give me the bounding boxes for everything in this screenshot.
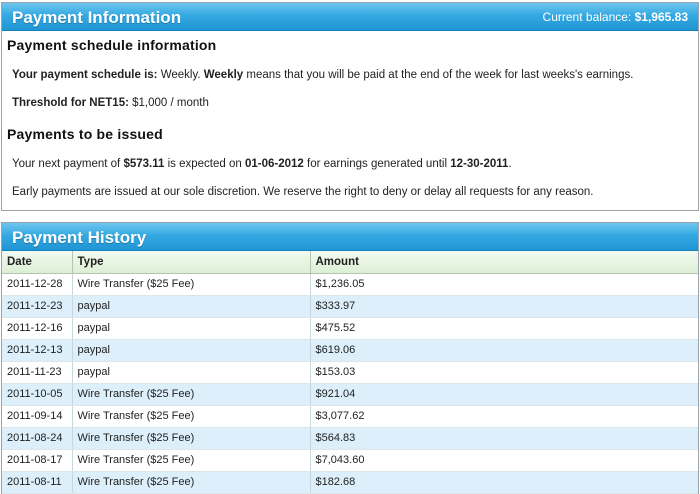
threshold-value: $1,000 / month — [132, 97, 209, 109]
cell-amount: $333.97 — [310, 295, 698, 318]
schedule-line: Your payment schedule is: Weekly. Weekly… — [12, 69, 633, 81]
cell-date: 2011-11-23 — [2, 361, 73, 384]
threshold-line: Threshold for NET15: $1,000 / month — [12, 97, 209, 109]
cell-type: Wire Transfer ($25 Fee) — [72, 449, 311, 472]
cell-amount: $475.52 — [310, 317, 698, 340]
table-row: 2011-09-14 Wire Transfer ($25 Fee) $3,077.… — [2, 405, 698, 428]
table-row: 2011-08-11 Wire Transfer ($25 Fee) $182.68 — [2, 471, 698, 494]
cell-type: paypal — [72, 361, 311, 384]
table-row: 2011-12-28 Wire Transfer ($25 Fee) $1,236.… — [2, 273, 698, 296]
next-payment-amount: $573.11 — [123, 158, 165, 170]
table-header-row: Date Type Amount — [2, 251, 698, 274]
cell-amount: $153.03 — [310, 361, 698, 384]
cell-amount: $1,236.05 — [310, 273, 698, 296]
next-payment-line: Your next payment of $573.11 is expected… — [12, 158, 512, 170]
table-row: 2011-12-13 paypal $619.06 — [2, 339, 698, 362]
column-header-amount[interactable]: Amount — [310, 251, 698, 274]
column-header-date[interactable]: Date — [2, 251, 73, 274]
payment-information-panel: Payment Information Current balance: $1,… — [1, 2, 699, 211]
cell-date: 2011-08-17 — [2, 449, 73, 472]
cell-date: 2011-08-11 — [2, 471, 73, 494]
schedule-label: Your payment schedule is: — [12, 69, 158, 81]
payment-history-rows: 2011-12-28 Wire Transfer ($25 Fee) $1,236.… — [2, 273, 698, 494]
cell-date: 2011-09-14 — [2, 405, 73, 428]
cell-amount: $619.06 — [310, 339, 698, 362]
payment-history-header: Payment History — [2, 223, 698, 251]
schedule-heading: Payment schedule information — [7, 37, 217, 53]
next-payment-prefix: Your next payment of — [12, 158, 121, 170]
next-payment-until: 12-30-2011 — [450, 158, 509, 170]
balance-label: Current balance: — [542, 10, 632, 24]
history-title: Payment History — [12, 228, 147, 247]
next-payment-suffix: . — [508, 158, 512, 170]
column-header-type[interactable]: Type — [72, 251, 311, 274]
cell-amount: $564.83 — [310, 427, 698, 450]
cell-type: Wire Transfer ($25 Fee) — [72, 383, 311, 406]
schedule-desc: means that you will be paid at the end o… — [246, 69, 634, 81]
cell-type: Wire Transfer ($25 Fee) — [72, 405, 311, 428]
cell-type: paypal — [72, 339, 311, 362]
threshold-label: Threshold for NET15: — [12, 97, 129, 109]
issued-heading: Payments to be issued — [7, 126, 163, 142]
cell-type: Wire Transfer ($25 Fee) — [72, 427, 311, 450]
balance-value: $1,965.83 — [634, 10, 688, 24]
table-row: 2011-12-16 paypal $475.52 — [2, 317, 698, 340]
payment-information-header: Payment Information Current balance: $1,… — [2, 3, 698, 31]
cell-date: 2011-12-16 — [2, 317, 73, 340]
table-row: 2011-10-05 Wire Transfer ($25 Fee) $921.04 — [2, 383, 698, 406]
cell-amount: $182.68 — [310, 471, 698, 494]
table-row: 2011-11-23 paypal $153.03 — [2, 361, 698, 384]
cell-date: 2011-12-28 — [2, 273, 73, 296]
schedule-term: Weekly — [203, 69, 244, 81]
cell-date: 2011-12-23 — [2, 295, 73, 318]
cell-date: 2011-10-05 — [2, 383, 73, 406]
next-payment-mid: is expected on — [167, 158, 242, 170]
payment-history-panel: Payment History Date Type Amount 2011-12… — [1, 222, 699, 494]
payment-history-table: Date Type Amount 2011-12-28 Wire Transfer… — [2, 251, 698, 494]
table-row: 2011-08-24 Wire Transfer ($25 Fee) $564.83 — [2, 427, 698, 450]
cell-date: 2011-08-24 — [2, 427, 73, 450]
next-payment-mid2: for earnings generated until — [307, 158, 448, 170]
current-balance: Current balance: $1,965.83 — [543, 10, 688, 24]
cell-date: 2011-12-13 — [2, 339, 73, 362]
cell-amount: $921.04 — [310, 383, 698, 406]
cell-amount: $7,043.60 — [310, 449, 698, 472]
cell-type: paypal — [72, 317, 311, 340]
table-row: 2011-12-23 paypal $333.97 — [2, 295, 698, 318]
cell-amount: $3,077.62 — [310, 405, 698, 428]
cell-type: Wire Transfer ($25 Fee) — [72, 471, 311, 494]
schedule-value: Weekly. — [160, 69, 201, 81]
cell-type: Wire Transfer ($25 Fee) — [72, 273, 311, 296]
early-payment-note: Early payments are issued at our sole di… — [12, 186, 594, 198]
table-row: 2011-08-17 Wire Transfer ($25 Fee) $7,043.… — [2, 449, 698, 472]
panel-title: Payment Information — [12, 8, 182, 27]
cell-type: paypal — [72, 295, 311, 318]
next-payment-date: 01-06-2012 — [244, 158, 304, 170]
